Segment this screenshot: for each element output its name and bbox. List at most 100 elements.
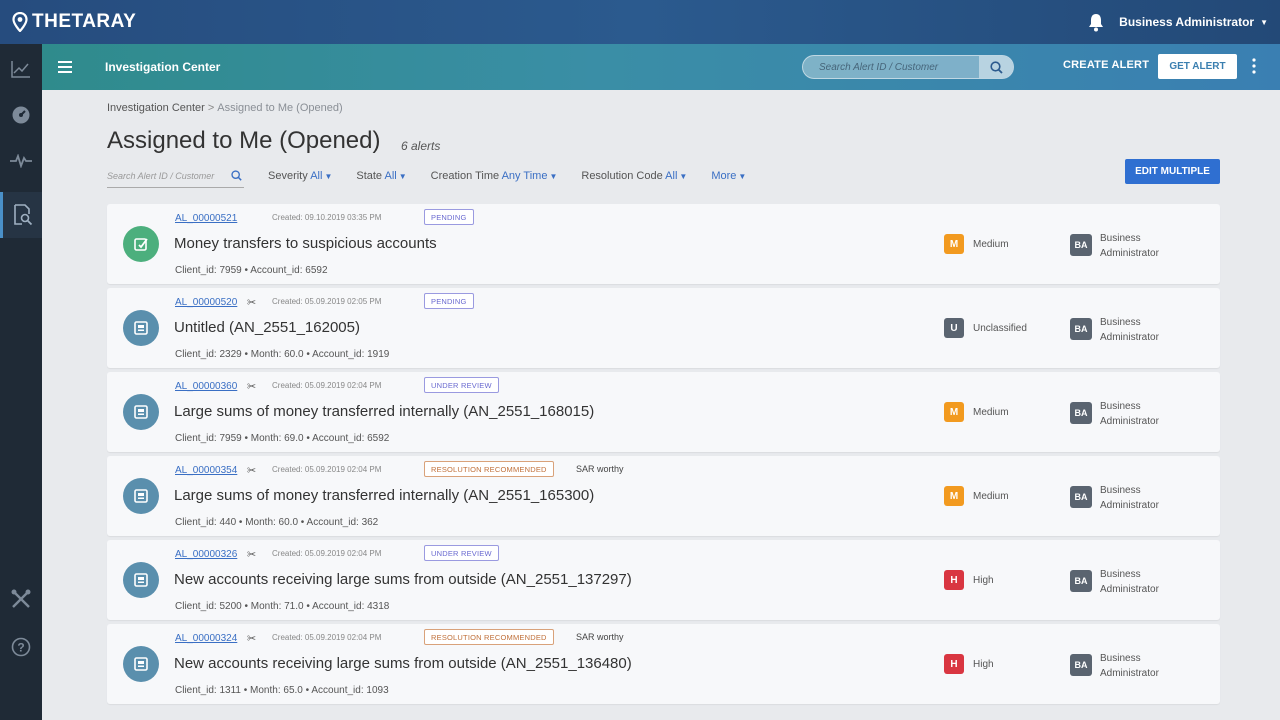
severity-label: High xyxy=(973,659,994,670)
search-icon[interactable] xyxy=(231,170,242,181)
filter-more-label: More xyxy=(711,170,737,182)
filter-label: Resolution Code xyxy=(581,170,663,182)
severity-label: Medium xyxy=(973,239,1009,250)
alert-title[interactable]: New accounts receiving large sums from o… xyxy=(174,571,632,588)
alert-created: Created: 05.09.2019 02:04 PM xyxy=(272,549,382,558)
svg-text:?: ? xyxy=(17,641,24,655)
severity-badge: H xyxy=(944,654,964,674)
alert-details: Client_id: 5200 • Month: 71.0 • Account_… xyxy=(175,601,390,612)
assignee-avatar[interactable]: BA xyxy=(1070,570,1092,592)
alert-card[interactable]: AL_00000324 ✂ Created: 05.09.2019 02:04 PM… xyxy=(107,624,1220,704)
severity-label: Unclassified xyxy=(973,323,1027,334)
assignee-name: Business Administrator xyxy=(1100,317,1159,343)
alert-card[interactable]: AL_00000354 ✂ Created: 05.09.2019 02:04 PM… xyxy=(107,456,1220,536)
alert-title[interactable]: Money transfers to suspicious accounts xyxy=(174,235,437,252)
filter-state[interactable]: State All ▼ xyxy=(356,170,406,182)
sar-tag: SAR worthy xyxy=(576,464,624,474)
filter-creation-time[interactable]: Creation Time Any Time ▼ xyxy=(431,170,558,182)
tools-icon xyxy=(11,589,31,608)
alert-card[interactable]: AL_00000360 ✂ Created: 05.09.2019 02:04 PM… xyxy=(107,372,1220,452)
page-title: Assigned to Me (Opened) xyxy=(107,127,381,154)
menu-button[interactable] xyxy=(42,61,88,73)
alert-created: Created: 09.10.2019 03:35 PM xyxy=(272,213,382,222)
caret-down-icon: ▼ xyxy=(324,172,333,181)
alert-title[interactable]: Large sums of money transferred internal… xyxy=(174,487,594,504)
alert-card[interactable]: AL_00000326 ✂ Created: 05.09.2019 02:04 PM… xyxy=(107,540,1220,620)
alert-details: Client_id: 440 • Month: 60.0 • Account_i… xyxy=(175,517,379,528)
severity-badge: U xyxy=(944,318,964,338)
alert-id-link[interactable]: AL_00000326 xyxy=(175,549,237,560)
caret-down-icon: ▼ xyxy=(679,172,688,181)
alert-details: Client_id: 2329 • Month: 60.0 • Account_… xyxy=(175,349,390,360)
filter-value: All xyxy=(384,170,397,182)
severity-badge: M xyxy=(944,402,964,422)
severity-label: High xyxy=(973,575,994,586)
filter-more[interactable]: More ▼ xyxy=(711,170,746,182)
logo[interactable]: THETARAY xyxy=(12,11,136,33)
alert-type-icon xyxy=(123,562,159,598)
assignee-avatar[interactable]: BA xyxy=(1070,486,1092,508)
more-vertical-icon[interactable] xyxy=(1252,58,1256,74)
rail-item-activity[interactable] xyxy=(0,138,42,184)
alert-title[interactable]: Large sums of money transferred internal… xyxy=(174,403,594,420)
severity-label: Medium xyxy=(973,407,1009,418)
rail-item-help[interactable]: ? xyxy=(0,624,42,670)
top-search-button[interactable] xyxy=(979,56,1013,78)
left-rail: ? xyxy=(0,44,42,720)
status-badge: PENDING xyxy=(424,209,474,225)
analysis-icon xyxy=(134,321,148,335)
breadcrumb: Investigation Center > Assigned to Me (Ope… xyxy=(107,102,343,114)
assignee-avatar[interactable]: BA xyxy=(1070,654,1092,676)
alert-created: Created: 05.09.2019 02:04 PM xyxy=(272,465,382,474)
assignee-avatar[interactable]: BA xyxy=(1070,234,1092,256)
breadcrumb-root[interactable]: Investigation Center xyxy=(107,102,205,114)
status-badge: RESOLUTION RECOMMENDED xyxy=(424,461,554,477)
user-menu[interactable]: Business Administrator ▼ xyxy=(1119,15,1268,29)
help-icon: ? xyxy=(11,637,31,657)
flag-icon: ✂ xyxy=(247,381,257,393)
top-bar: THETARAY Business Administrator ▼ xyxy=(0,0,1280,44)
alert-type-icon xyxy=(123,646,159,682)
filter-label: Creation Time xyxy=(430,170,500,182)
rail-item-tools[interactable] xyxy=(0,576,42,622)
get-alert-button[interactable]: GET ALERT xyxy=(1158,54,1237,79)
alert-id-link[interactable]: AL_00000354 xyxy=(175,465,237,476)
alert-card[interactable]: AL_00000521 Created: 09.10.2019 03:35 PM P… xyxy=(107,204,1220,284)
alert-card[interactable]: AL_00000520 ✂ Created: 05.09.2019 02:05 PM… xyxy=(107,288,1220,368)
top-search-input[interactable] xyxy=(803,56,979,78)
filter-search-input[interactable] xyxy=(107,170,231,181)
analytics-chart-icon xyxy=(11,61,30,78)
filter-value: Any Time xyxy=(501,170,548,182)
alert-details: Client_id: 7959 • Account_id: 6592 xyxy=(175,265,328,276)
bell-icon[interactable] xyxy=(1087,12,1105,32)
alert-id-link[interactable]: AL_00000520 xyxy=(175,297,237,308)
create-alert-button[interactable]: CREATE ALERT xyxy=(1063,59,1149,71)
flag-icon: ✂ xyxy=(247,633,257,645)
rail-item-dashboard[interactable] xyxy=(0,92,42,138)
chevron-down-icon: ▼ xyxy=(1260,17,1268,27)
alert-id-link[interactable]: AL_00000324 xyxy=(175,633,237,644)
sub-header: Investigation Center CREATE ALERT GET AL… xyxy=(42,44,1280,90)
alert-id-link[interactable]: AL_00000521 xyxy=(175,213,237,224)
filter-severity[interactable]: Severity All ▼ xyxy=(268,170,332,182)
rail-item-investigation[interactable] xyxy=(0,192,42,238)
breadcrumb-separator: > xyxy=(207,102,215,114)
sar-tag: SAR worthy xyxy=(576,632,624,642)
filter-resolution-code[interactable]: Resolution Code All ▼ xyxy=(581,170,687,182)
status-badge: UNDER REVIEW xyxy=(424,377,499,393)
alert-type-icon xyxy=(123,310,159,346)
assignee-avatar[interactable]: BA xyxy=(1070,318,1092,340)
edit-multiple-button[interactable]: EDIT MULTIPLE xyxy=(1125,159,1220,184)
rail-item-analytics[interactable] xyxy=(0,46,42,92)
user-name: Business Administrator xyxy=(1119,15,1255,29)
alert-title[interactable]: New accounts receiving large sums from o… xyxy=(174,655,632,672)
alert-details: Client_id: 1311 • Month: 65.0 • Account_… xyxy=(175,685,389,696)
alert-count: 6 alerts xyxy=(401,139,441,153)
filter-label: State xyxy=(356,170,383,182)
filter-search xyxy=(107,164,244,188)
alert-id-link[interactable]: AL_00000360 xyxy=(175,381,237,392)
alert-title[interactable]: Untitled (AN_2551_162005) xyxy=(174,319,360,336)
section-title: Investigation Center xyxy=(105,60,221,74)
assignee-avatar[interactable]: BA xyxy=(1070,402,1092,424)
alert-created: Created: 05.09.2019 02:04 PM xyxy=(272,381,382,390)
